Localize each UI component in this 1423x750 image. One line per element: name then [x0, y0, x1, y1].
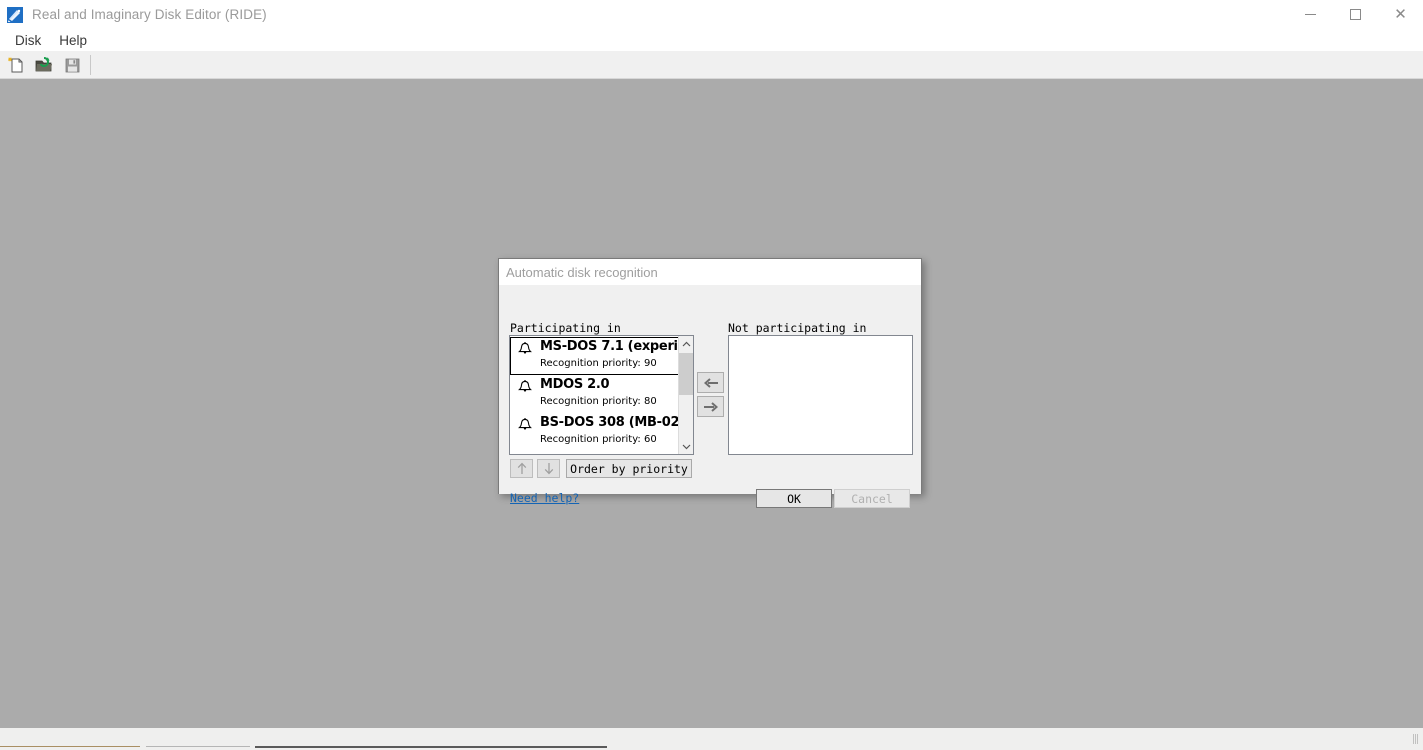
move-down-button[interactable]	[537, 459, 560, 478]
automatic-disk-recognition-dialog: Automatic disk recognition Participating…	[498, 258, 922, 494]
ride-app-icon	[6, 6, 24, 24]
list-item-subtitle: Recognition priority: 60	[540, 434, 657, 445]
window-title: Real and Imaginary Disk Editor (RIDE)	[32, 7, 267, 22]
minimize-icon	[1305, 14, 1316, 15]
menubar: Disk Help	[0, 29, 1423, 51]
save-disk-button[interactable]	[60, 53, 84, 77]
minimize-button[interactable]	[1288, 0, 1333, 29]
menu-item-help[interactable]: Help	[50, 31, 96, 50]
not-participating-label: Not participating in	[728, 321, 866, 335]
participating-listbox[interactable]: MS-DOS 7.1 (experin Recognition priority…	[509, 335, 694, 455]
arrow-left-icon	[703, 377, 719, 389]
list-item-subtitle: Recognition priority: 90	[540, 358, 657, 369]
not-participating-list	[729, 336, 912, 454]
arrow-up-icon	[516, 462, 528, 475]
taskbar-accent-a	[0, 746, 140, 747]
move-up-button[interactable]	[510, 459, 533, 478]
dialog-titlebar: Automatic disk recognition	[499, 259, 921, 285]
list-item-title: MDOS 2.0	[540, 377, 609, 392]
order-by-priority-button[interactable]: Order by priority	[566, 459, 692, 478]
participating-scrollbar[interactable]	[678, 336, 693, 454]
scrollbar-thumb[interactable]	[679, 353, 694, 395]
maximize-icon	[1350, 9, 1361, 20]
need-help-link[interactable]: Need help?	[510, 491, 579, 505]
save-disk-icon	[63, 56, 81, 74]
list-item[interactable]: MDOS 2.0 Recognition priority: 80	[510, 375, 693, 413]
dialog-body: Participating in MS-DOS 7.1 (experin	[499, 285, 921, 494]
cancel-button: Cancel	[834, 489, 910, 508]
participating-list: MS-DOS 7.1 (experin Recognition priority…	[510, 336, 693, 454]
taskbar-grip-icon	[1413, 734, 1419, 744]
taskbar-accent-c	[255, 746, 607, 748]
application-window: Real and Imaginary Disk Editor (RIDE) ✕ …	[0, 0, 1423, 750]
open-disk-button[interactable]	[32, 53, 56, 77]
taskbar-accent-b	[146, 746, 250, 747]
window-titlebar: Real and Imaginary Disk Editor (RIDE) ✕	[0, 0, 1423, 29]
bell-icon	[516, 379, 534, 397]
list-item[interactable]: MS-DOS 7.1 (experin Recognition priority…	[510, 337, 693, 375]
dialog-title: Automatic disk recognition	[506, 265, 658, 280]
maximize-button[interactable]	[1333, 0, 1378, 29]
arrow-down-icon	[543, 462, 555, 475]
close-button[interactable]: ✕	[1378, 0, 1423, 29]
toolbar-separator	[90, 55, 91, 75]
participating-label: Participating in	[510, 321, 621, 335]
window-controls: ✕	[1288, 0, 1423, 29]
bell-icon	[516, 341, 534, 359]
bell-icon	[516, 417, 534, 435]
new-disk-button[interactable]	[4, 53, 28, 77]
new-disk-icon	[7, 56, 25, 74]
close-icon: ✕	[1394, 7, 1407, 22]
move-right-button[interactable]	[697, 396, 724, 417]
not-participating-listbox[interactable]	[728, 335, 913, 455]
list-item-title: MS-DOS 7.1 (experin	[540, 339, 687, 354]
scroll-down-icon[interactable]	[679, 439, 694, 454]
desktop-taskbar-edge	[0, 728, 1423, 750]
list-item-subtitle: Recognition priority: 80	[540, 396, 657, 407]
open-disk-icon	[35, 56, 53, 74]
arrow-right-icon	[703, 401, 719, 413]
move-left-button[interactable]	[697, 372, 724, 393]
list-item-title: BS-DOS 308 (MB-02)	[540, 415, 685, 430]
menu-item-disk[interactable]: Disk	[6, 31, 50, 50]
toolbar	[0, 51, 1423, 79]
scroll-up-icon[interactable]	[679, 336, 694, 351]
ok-button[interactable]: OK	[756, 489, 832, 508]
list-item[interactable]: BS-DOS 308 (MB-02) Recognition priority:…	[510, 413, 693, 451]
